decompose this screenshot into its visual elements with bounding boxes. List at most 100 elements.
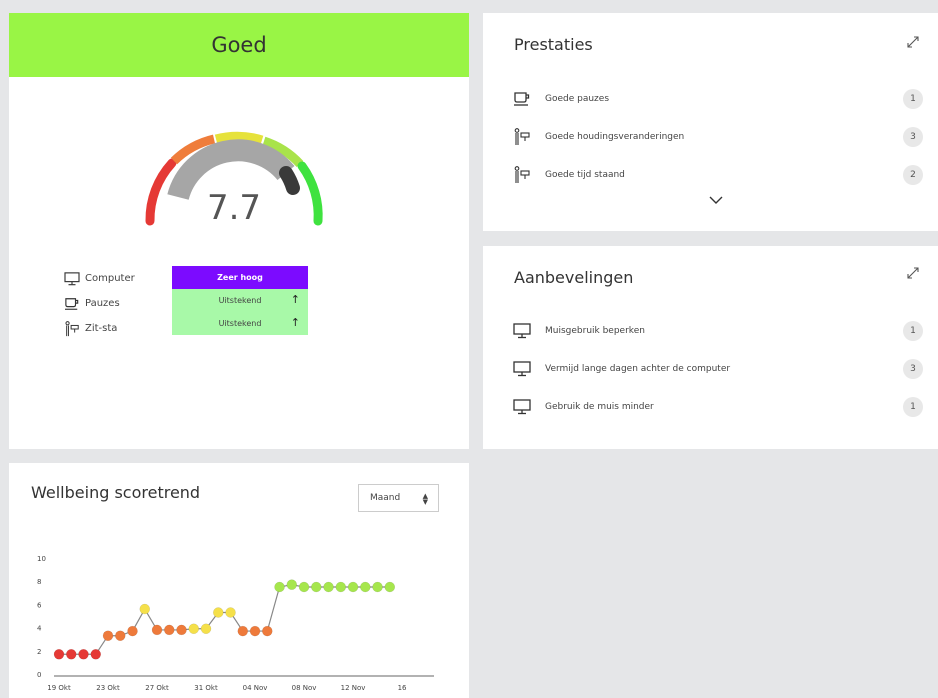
list-item[interactable]: Gebruik de muis minder 1	[513, 397, 923, 417]
count-badge: 3	[903, 359, 923, 379]
data-point	[286, 579, 298, 590]
y-tick-label: 6	[37, 601, 42, 609]
data-point	[66, 649, 77, 660]
status-banner: Goed	[9, 13, 469, 77]
count-badge: 1	[903, 397, 923, 417]
sit-stand-icon	[64, 321, 80, 337]
cup-icon	[513, 91, 531, 107]
y-tick-label: 10	[37, 555, 46, 563]
monitor-icon	[513, 361, 531, 377]
level-label: Uitstekend	[218, 296, 262, 305]
monitor-icon	[513, 399, 531, 415]
legend-label: Pauzes	[85, 298, 120, 309]
sort-caret-icon: ▲ ▼	[422, 492, 428, 506]
list-item[interactable]: Vermijd lange dagen achter de computer 3	[513, 359, 923, 379]
item-label: Muisgebruik beperken	[545, 326, 645, 336]
list-item[interactable]: Goede tijd staand 2	[513, 165, 923, 185]
prestaties-card: Prestaties Goede pauzes 1 Goede houdings…	[483, 13, 938, 231]
arrow-up-icon: ↑	[290, 316, 300, 329]
data-point	[360, 581, 371, 593]
aanbevelingen-title: Aanbevelingen	[514, 268, 634, 287]
count-badge: 1	[903, 321, 923, 341]
item-label: Vermijd lange dagen achter de computer	[545, 364, 731, 374]
x-tick-label: 04 Nov	[243, 684, 268, 692]
data-point	[188, 623, 200, 635]
arrow-up-icon: ↑	[290, 293, 300, 306]
legend-row-computer: Computer	[64, 266, 135, 291]
data-point	[115, 630, 126, 641]
x-tick-label: 23 Okt	[96, 684, 120, 692]
data-point	[102, 630, 114, 641]
data-point	[274, 581, 285, 593]
level-pauzes: Uitstekend ↑	[172, 289, 308, 312]
count-badge: 1	[903, 89, 923, 109]
level-label: Zeer hoog	[217, 273, 263, 282]
data-point	[237, 625, 249, 637]
list-item[interactable]: Muisgebruik beperken 1	[513, 321, 923, 341]
score-value: 7.7	[206, 188, 262, 228]
list-item[interactable]: Goede pauzes 1	[513, 89, 923, 109]
level-table: Zeer hoog Uitstekend ↑ Uitstekend ↑	[172, 266, 308, 335]
period-select[interactable]: Maand ▲ ▼	[358, 484, 439, 512]
y-tick-label: 0	[37, 671, 41, 679]
level-computer: Zeer hoog	[172, 266, 308, 289]
list-item[interactable]: Goede houdingsveranderingen 3	[513, 127, 923, 147]
level-zit-sta: Uitstekend ↑	[172, 312, 308, 335]
x-tick-label: 12 Nov	[341, 684, 366, 692]
data-point	[200, 623, 212, 635]
aanbevelingen-card: Aanbevelingen Muisgebruik beperken 1 Ver…	[483, 246, 938, 449]
expand-icon[interactable]	[906, 266, 920, 280]
x-tick-label: 31 Okt	[194, 684, 218, 692]
count-badge: 3	[903, 127, 923, 147]
x-tick-label: 27 Okt	[145, 684, 169, 692]
data-point	[127, 625, 138, 637]
data-point	[151, 624, 163, 636]
legend-row-pauzes: Pauzes	[64, 291, 135, 316]
score-legend: Computer Pauzes Zit-sta	[64, 266, 135, 341]
data-point	[164, 624, 175, 636]
item-label: Goede tijd staand	[545, 170, 625, 180]
data-point	[90, 649, 102, 660]
data-point	[78, 649, 89, 660]
legend-label: Zit-sta	[85, 323, 118, 334]
legend-label: Computer	[85, 273, 135, 284]
status-label: Goed	[211, 33, 267, 57]
prestaties-list: Goede pauzes 1 Goede houdingsverandering…	[513, 89, 923, 185]
count-badge: 2	[903, 165, 923, 185]
trend-title: Wellbeing scoretrend	[31, 483, 201, 502]
sit-stand-icon	[513, 166, 531, 184]
data-point	[176, 624, 187, 636]
data-point	[311, 581, 322, 593]
score-gauge	[145, 131, 323, 226]
x-tick-label: 19 Okt	[47, 684, 71, 692]
data-point	[384, 581, 396, 593]
item-label: Goede houdingsveranderingen	[545, 132, 685, 142]
legend-row-zit-sta: Zit-sta	[64, 316, 135, 341]
item-label: Gebruik de muis minder	[545, 402, 654, 412]
cup-icon	[64, 297, 80, 311]
aanbevelingen-list: Muisgebruik beperken 1 Vermijd lange dag…	[513, 321, 923, 417]
data-point	[323, 581, 334, 593]
sit-stand-icon	[513, 128, 531, 146]
score-card: Goed 7.7 Computer Pauzes Zit-sta Zeer ho…	[9, 13, 469, 449]
data-point	[262, 625, 273, 637]
series-line	[59, 584, 390, 655]
period-value: Maand	[370, 493, 401, 503]
data-point	[139, 603, 151, 615]
data-point	[225, 607, 236, 618]
data-point	[53, 649, 65, 660]
item-label: Goede pauzes	[545, 94, 610, 104]
y-tick-label: 4	[37, 625, 42, 633]
prestaties-title: Prestaties	[514, 35, 593, 54]
x-tick-label: 16	[398, 684, 407, 692]
data-point	[372, 581, 383, 593]
chevron-down-icon[interactable]	[708, 195, 724, 205]
monitor-icon	[513, 323, 531, 339]
y-tick-label: 8	[37, 578, 41, 586]
data-point	[213, 607, 224, 618]
data-point	[335, 581, 347, 593]
data-point	[249, 625, 261, 637]
monitor-icon	[64, 272, 80, 286]
level-label: Uitstekend	[218, 319, 262, 328]
expand-icon[interactable]	[906, 35, 920, 49]
